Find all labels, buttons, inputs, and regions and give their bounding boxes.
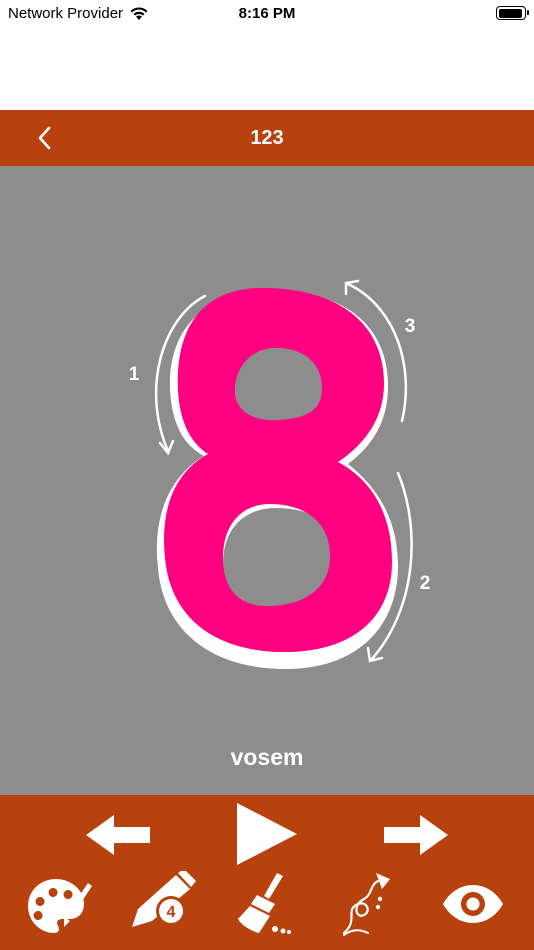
show-hint-button[interactable] [442, 881, 504, 932]
broom-icon [238, 873, 291, 934]
navigation-bar: 123 [0, 110, 534, 166]
previous-arrow-icon [86, 815, 150, 855]
pencil-size-badge: 4 [167, 904, 176, 921]
clear-canvas-button[interactable] [235, 871, 301, 942]
status-time: 8:16 PM [238, 5, 296, 22]
battery-icon [496, 6, 529, 20]
status-bar: Network Provider 8:16 PM [0, 0, 534, 28]
stroke-label-1: 1 [129, 364, 140, 385]
pencil-icon: 4 [132, 869, 196, 927]
battery-level [498, 8, 523, 18]
next-button[interactable] [382, 813, 450, 862]
bottom-toolbar: 4 [0, 795, 534, 950]
tracing-canvas[interactable]: 1 2 3 vosem [0, 166, 534, 795]
next-arrow-icon [384, 815, 448, 855]
digit-eight-tracing[interactable]: 1 2 3 [0, 166, 534, 795]
play-icon [237, 803, 297, 865]
color-palette-button[interactable] [26, 875, 94, 942]
stroke-label-3: 3 [405, 316, 416, 337]
traced-stroke [164, 287, 392, 653]
digit-word: vosem [230, 744, 304, 770]
play-button[interactable] [234, 801, 300, 872]
trace-guide-button[interactable] [338, 871, 402, 942]
trace-path-icon [342, 873, 390, 936]
eye-icon [443, 885, 503, 923]
page-title: 123 [250, 127, 284, 149]
palette-icon [28, 879, 92, 933]
previous-button[interactable] [84, 813, 152, 862]
pencil-size-button[interactable]: 4 [128, 869, 200, 936]
header-spacer [0, 28, 534, 110]
stroke-label-2: 2 [420, 573, 431, 594]
